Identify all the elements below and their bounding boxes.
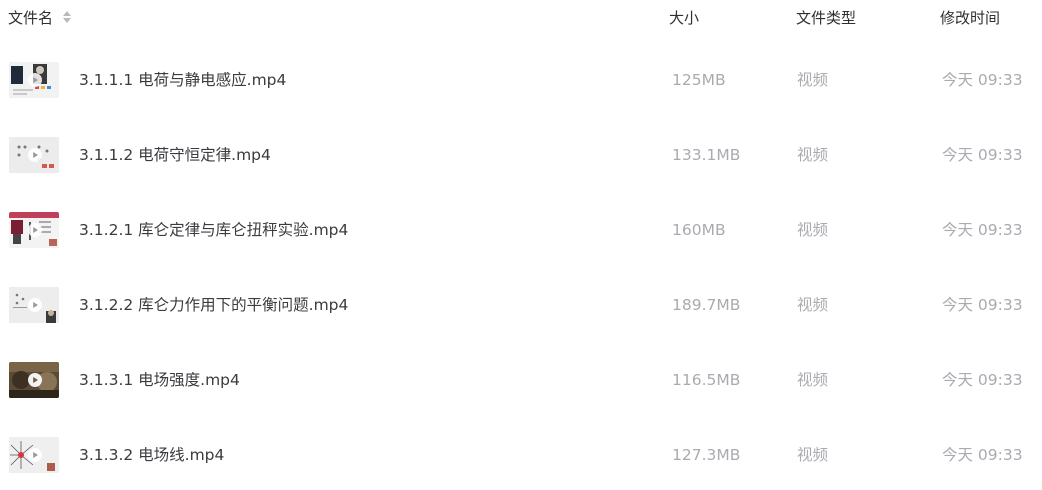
column-header-name-label: 文件名 — [8, 9, 54, 27]
file-type: 视频 — [797, 371, 829, 389]
file-modified: 今天 09:33 — [942, 221, 1023, 239]
file-type: 视频 — [797, 146, 829, 164]
file-row[interactable]: 3.1.2.2 库仑力作用下的平衡问题.mp4 189.7MB 视频 今天 09… — [0, 263, 1042, 338]
file-row[interactable]: 3.1.1.2 电荷守恒定律.mp4 133.1MB 视频 今天 09:33 — [0, 113, 1042, 188]
file-modified: 今天 09:33 — [942, 296, 1023, 314]
file-row[interactable]: 3.1.3.2 电场线.mp4 127.3MB 视频 今天 09:33 — [0, 413, 1042, 488]
column-header-type[interactable]: 文件类型 — [796, 8, 856, 28]
file-type: 视频 — [797, 446, 829, 464]
column-header-modified[interactable]: 修改时间 — [940, 8, 1000, 28]
file-type: 视频 — [797, 221, 829, 239]
play-icon — [28, 298, 42, 312]
play-icon — [28, 448, 42, 462]
video-thumbnail[interactable] — [9, 137, 59, 173]
video-thumbnail[interactable] — [9, 287, 59, 323]
column-header-name[interactable]: 文件名 — [8, 8, 71, 28]
file-row[interactable]: 3.1.1.1 电荷与静电感应.mp4 125MB 视频 今天 09:33 — [0, 38, 1042, 113]
sort-icon[interactable] — [62, 10, 71, 23]
video-thumbnail[interactable] — [9, 212, 59, 248]
video-thumbnail[interactable] — [9, 437, 59, 473]
play-icon — [28, 223, 42, 237]
file-size: 127.3MB — [672, 446, 741, 464]
file-list: 文件名 大小 文件类型 修改时间 3.1.1.1 电荷与静电感应.mp4 125… — [0, 0, 1042, 490]
file-modified: 今天 09:33 — [942, 446, 1023, 464]
file-modified: 今天 09:33 — [942, 71, 1023, 89]
file-size: 133.1MB — [672, 146, 741, 164]
file-modified: 今天 09:33 — [942, 146, 1023, 164]
column-header-size[interactable]: 大小 — [669, 8, 699, 28]
file-size: 125MB — [672, 71, 726, 89]
file-type: 视频 — [797, 71, 829, 89]
table-header: 文件名 大小 文件类型 修改时间 — [0, 0, 1042, 36]
file-name[interactable]: 3.1.1.1 电荷与静电感应.mp4 — [79, 70, 286, 90]
play-icon — [28, 73, 42, 87]
file-row[interactable]: 3.1.3.1 电场强度.mp4 116.5MB 视频 今天 09:33 — [0, 338, 1042, 413]
file-name[interactable]: 3.1.2.2 库仑力作用下的平衡问题.mp4 — [79, 295, 348, 315]
file-row[interactable]: 3.1.2.1 库仑定律与库仑扭秤实验.mp4 160MB 视频 今天 09:3… — [0, 188, 1042, 263]
file-name[interactable]: 3.1.3.1 电场强度.mp4 — [79, 370, 240, 390]
file-name[interactable]: 3.1.3.2 电场线.mp4 — [79, 445, 224, 465]
play-icon — [28, 373, 42, 387]
play-icon — [28, 148, 42, 162]
file-name[interactable]: 3.1.1.2 电荷守恒定律.mp4 — [79, 145, 271, 165]
file-size: 160MB — [672, 221, 726, 239]
video-thumbnail[interactable] — [9, 362, 59, 398]
file-type: 视频 — [797, 296, 829, 314]
file-size: 116.5MB — [672, 371, 741, 389]
file-size: 189.7MB — [672, 296, 741, 314]
file-name[interactable]: 3.1.2.1 库仑定律与库仑扭秤实验.mp4 — [79, 220, 348, 240]
file-modified: 今天 09:33 — [942, 371, 1023, 389]
video-thumbnail[interactable] — [9, 62, 59, 98]
